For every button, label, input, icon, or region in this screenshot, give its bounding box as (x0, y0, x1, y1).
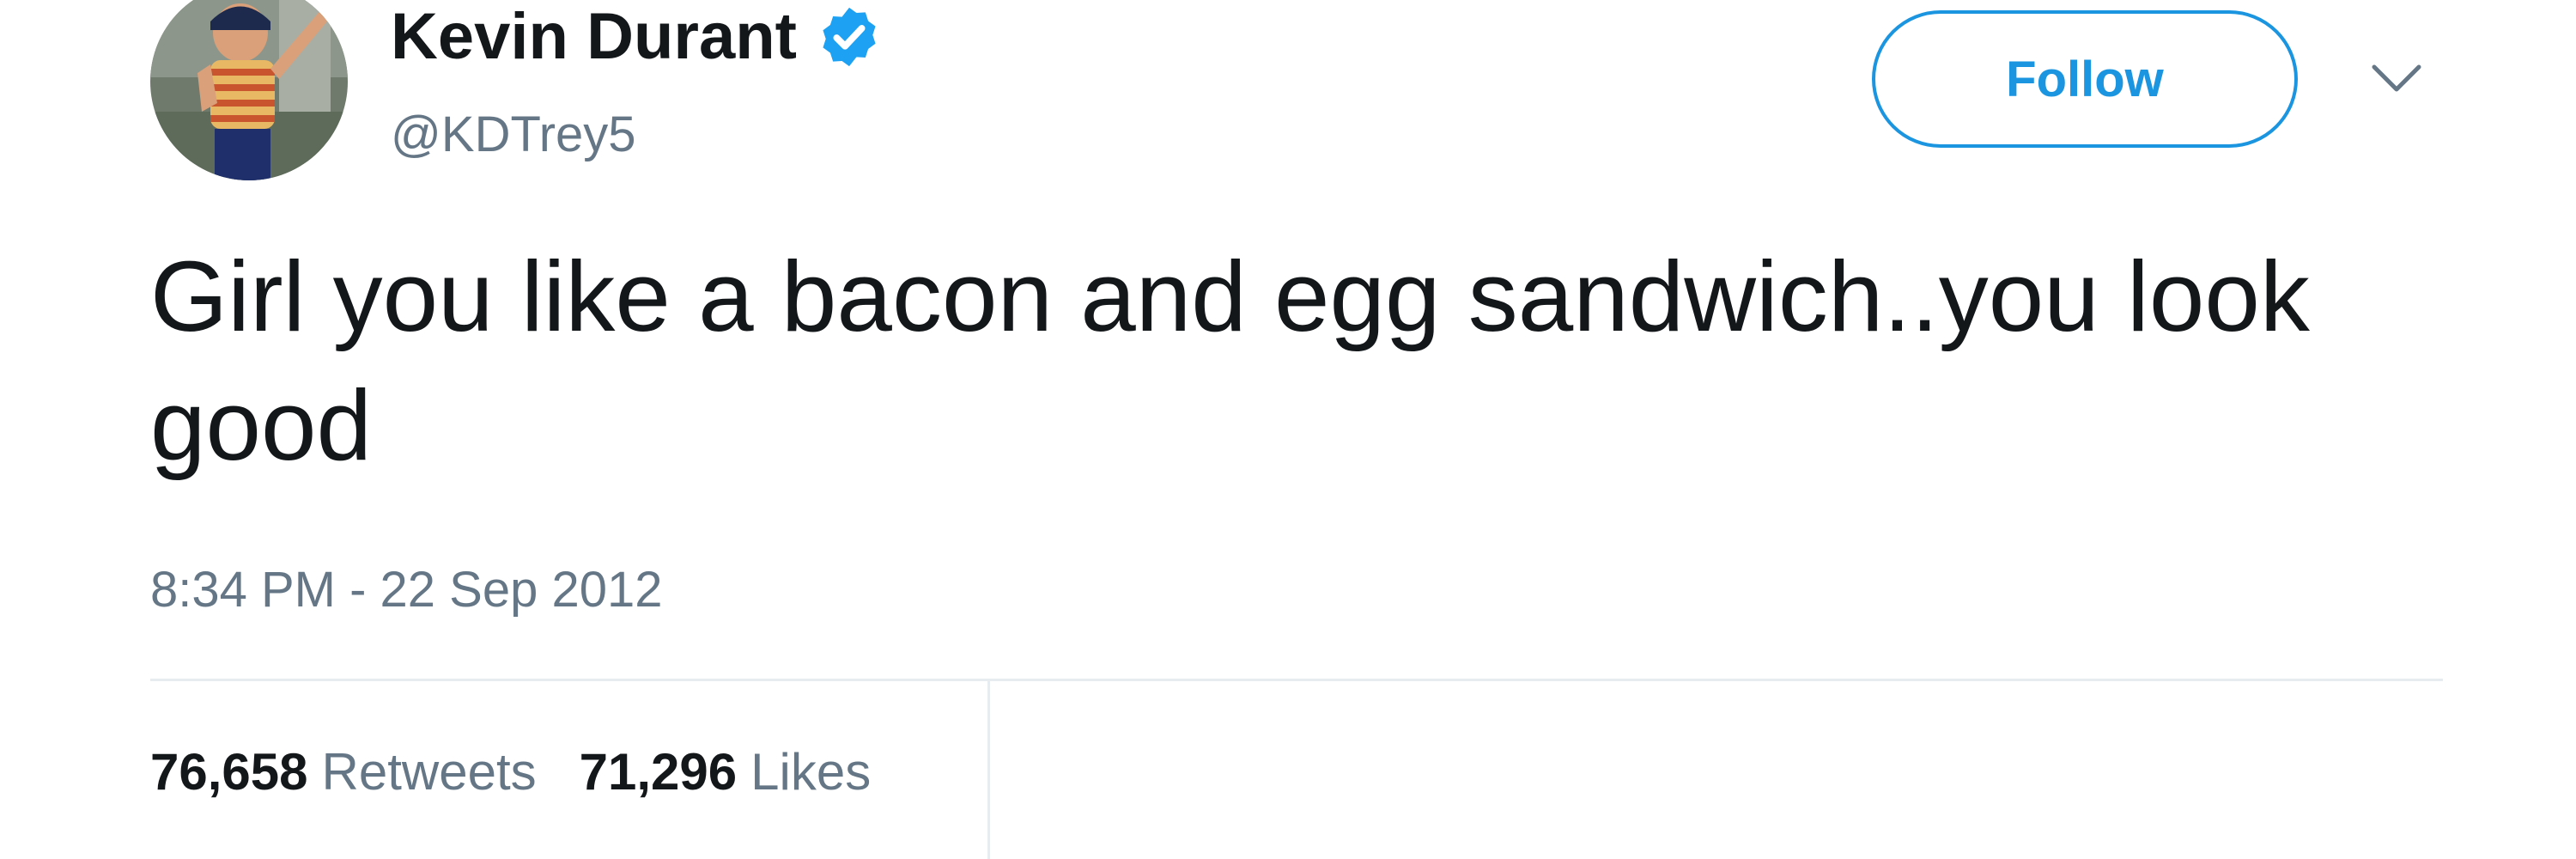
user-handle[interactable]: @KDTrey5 (391, 107, 636, 163)
retweets-label: Retweets (321, 743, 537, 801)
display-name[interactable]: Kevin Durant (391, 0, 883, 74)
likes-count: 71,296 (579, 743, 738, 801)
divider (150, 679, 2443, 681)
tweet-text: Girl you like a bacon and egg sandwich..… (150, 241, 2310, 481)
verified-badge-icon (823, 7, 876, 67)
stats-divider (987, 681, 990, 859)
tweet-stats: 76,658 Retweets 71,296 Likes (150, 742, 871, 801)
retweets-count: 76,658 (150, 743, 308, 801)
likes-label: Likes (750, 743, 872, 801)
likes-stat[interactable]: 71,296 Likes (580, 742, 872, 801)
follow-button[interactable]: Follow (1872, 10, 2298, 148)
user-name[interactable]: Kevin Durant (391, 0, 797, 74)
avatar[interactable] (150, 0, 348, 180)
avatar-image (150, 0, 348, 180)
retweets-stat[interactable]: 76,658 Retweets (150, 742, 537, 801)
tweet-timestamp[interactable]: 8:34 PM - 22 Sep 2012 (150, 560, 663, 620)
chevron-down-icon[interactable] (2370, 62, 2423, 96)
